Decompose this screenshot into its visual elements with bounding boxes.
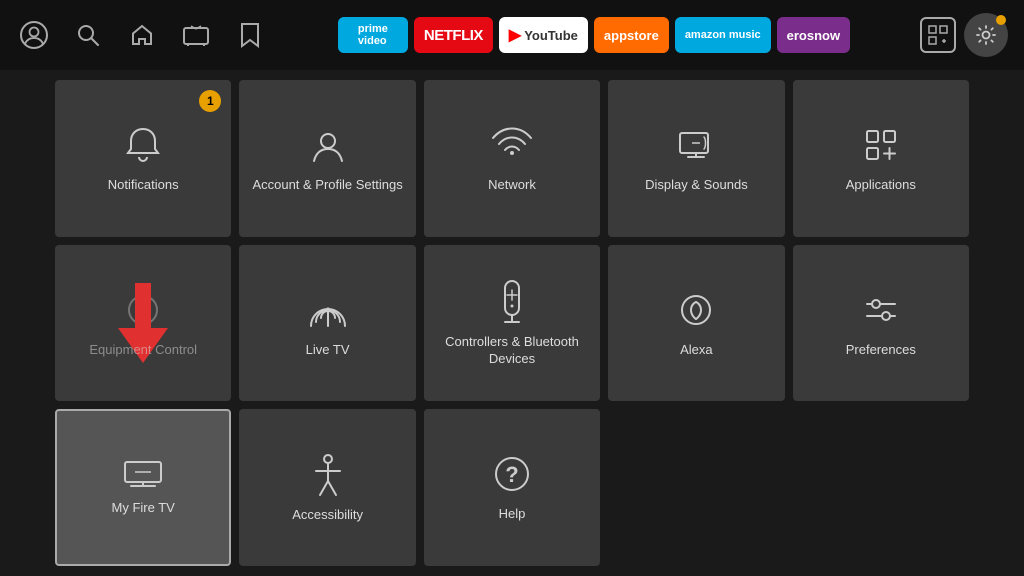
equipment-control-tile[interactable]: Equipment Control: [55, 245, 231, 402]
preferences-label: Preferences: [846, 342, 916, 359]
bookmark-icon[interactable]: [232, 17, 268, 53]
youtube-shortcut[interactable]: ▶ YouTube: [499, 17, 588, 53]
account-tile[interactable]: Account & Profile Settings: [239, 80, 415, 237]
prime-video-shortcut[interactable]: primevideo: [338, 17, 408, 53]
accessibility-label: Accessibility: [292, 507, 363, 524]
netflix-label: NETFLIX: [424, 27, 483, 44]
live-tv-icon: [306, 288, 350, 332]
alexa-tile[interactable]: Alexa: [608, 245, 784, 402]
search-icon[interactable]: [70, 17, 106, 53]
live-tv-tile[interactable]: Live TV: [239, 245, 415, 402]
controllers-icon: [495, 278, 529, 324]
appstore-label: appstore: [604, 28, 659, 43]
network-icon: [490, 123, 534, 167]
network-tile[interactable]: Network: [424, 80, 600, 237]
settings-notification-dot: [996, 15, 1006, 25]
equipment-control-icon: [121, 288, 165, 332]
youtube-label: ▶: [509, 25, 521, 45]
display-sounds-icon: [674, 123, 718, 167]
profile-icon[interactable]: [16, 17, 52, 53]
accessibility-icon: [306, 451, 350, 497]
netflix-shortcut[interactable]: NETFLIX: [414, 17, 493, 53]
accessibility-tile[interactable]: Accessibility: [239, 409, 415, 566]
erosnow-shortcut[interactable]: erosnow: [777, 17, 850, 53]
my-fire-tv-icon: [121, 458, 165, 490]
appstore-shortcut[interactable]: appstore: [594, 17, 669, 53]
display-sounds-label: Display & Sounds: [645, 177, 748, 194]
preferences-tile[interactable]: Preferences: [793, 245, 969, 402]
preferences-icon: [859, 288, 903, 332]
account-icon: [306, 123, 350, 167]
settings-grid: 1 Notifications Account & Profile Settin…: [0, 70, 1024, 576]
my-fire-tv-tile[interactable]: My Fire TV: [55, 409, 231, 566]
live-tv-label: Live TV: [306, 342, 350, 359]
account-label: Account & Profile Settings: [252, 177, 402, 194]
tv-icon[interactable]: [178, 17, 214, 53]
app-shortcuts: primevideo NETFLIX ▶ YouTube appstore am…: [278, 17, 910, 53]
notifications-icon: [121, 123, 165, 167]
top-navigation: primevideo NETFLIX ▶ YouTube appstore am…: [0, 0, 1024, 70]
help-icon: ?: [490, 452, 534, 496]
erosnow-label: erosnow: [787, 28, 840, 43]
nav-right-icons: [920, 13, 1008, 57]
alexa-icon: [674, 288, 718, 332]
applications-label: Applications: [846, 177, 916, 194]
settings-button[interactable]: [964, 13, 1008, 57]
notifications-label: Notifications: [108, 177, 179, 194]
alexa-label: Alexa: [680, 342, 713, 359]
equipment-control-label: Equipment Control: [89, 342, 197, 359]
my-fire-tv-label: My Fire TV: [112, 500, 175, 517]
home-icon[interactable]: [124, 17, 160, 53]
youtube-text: YouTube: [524, 28, 578, 43]
applications-tile[interactable]: Applications: [793, 80, 969, 237]
notifications-tile[interactable]: 1 Notifications: [55, 80, 231, 237]
help-tile[interactable]: ? Help: [424, 409, 600, 566]
help-label: Help: [499, 506, 526, 523]
amazon-music-label: amazon music: [685, 29, 761, 41]
notification-badge: 1: [199, 90, 221, 112]
svg-text:?: ?: [505, 462, 518, 487]
amazon-music-shortcut[interactable]: amazon music: [675, 17, 771, 53]
prime-label: primevideo: [358, 23, 388, 47]
controllers-label: Controllers & Bluetooth Devices: [434, 334, 590, 368]
grid-view-button[interactable]: [920, 17, 956, 53]
network-label: Network: [488, 177, 536, 194]
controllers-tile[interactable]: Controllers & Bluetooth Devices: [424, 245, 600, 402]
applications-icon: [859, 123, 903, 167]
nav-left-icons: [16, 17, 268, 53]
display-sounds-tile[interactable]: Display & Sounds: [608, 80, 784, 237]
